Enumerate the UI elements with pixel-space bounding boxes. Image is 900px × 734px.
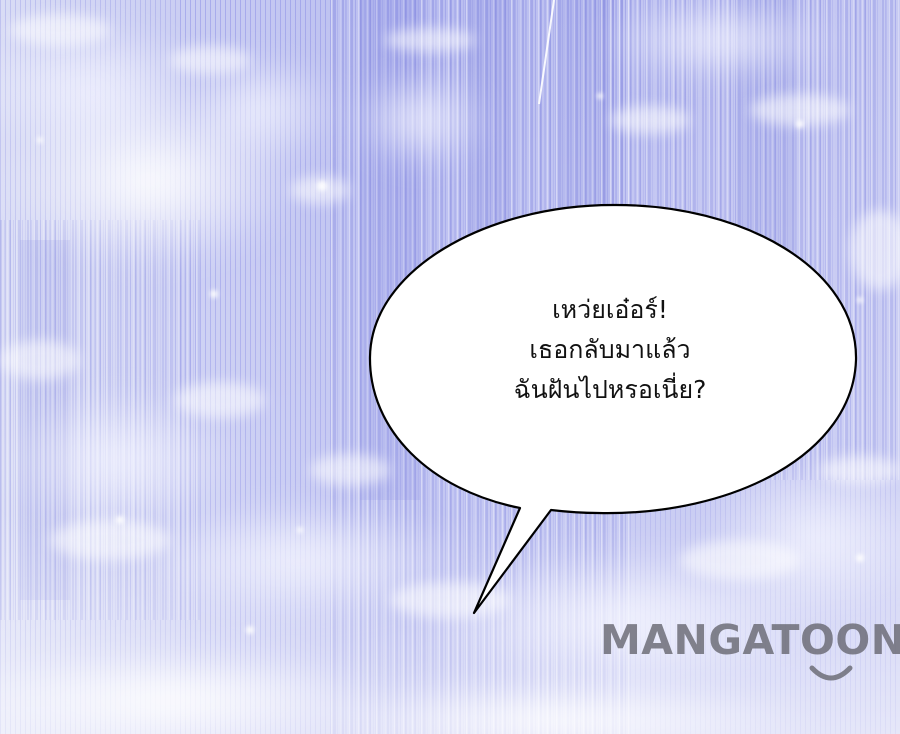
bubble-line-2: เธอกลับมาแล้ว xyxy=(529,335,691,364)
bubble-line-3: ฉันฝันไปหรอเนี่ย? xyxy=(513,375,707,404)
watermark-text: MANGATOON xyxy=(600,616,900,664)
bubble-line-1: เหว่ยเอ๋อร์! xyxy=(552,295,668,324)
mangatoon-watermark: MANGATOON xyxy=(600,612,900,692)
comic-panel: เหว่ยเอ๋อร์! เธอกลับมาแล้ว ฉันฝันไปหรอเน… xyxy=(0,0,900,734)
bubble-dialogue: เหว่ยเอ๋อร์! เธอกลับมาแล้ว ฉันฝันไปหรอเน… xyxy=(400,290,820,410)
smile-icon xyxy=(809,665,853,681)
